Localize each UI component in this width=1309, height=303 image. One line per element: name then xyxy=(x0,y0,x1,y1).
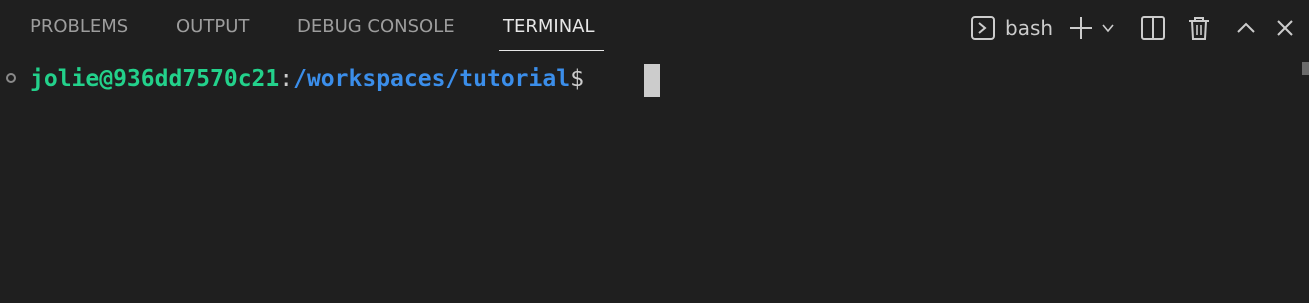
scrollbar-thumb[interactable] xyxy=(1302,62,1309,75)
panel-tab-bar: PROBLEMS OUTPUT DEBUG CONSOLE TERMINAL b… xyxy=(0,0,1309,56)
trash-icon[interactable] xyxy=(1185,12,1213,44)
shell-prompt: jolie@936dd7570c21:/workspaces/tutorial$ xyxy=(30,66,584,92)
chevron-up-icon[interactable] xyxy=(1232,12,1260,44)
terminal-scrollbar[interactable] xyxy=(1300,62,1309,303)
prompt-user-host: jolie@936dd7570c21 xyxy=(30,66,280,92)
terminal-icon[interactable] xyxy=(969,12,997,44)
plus-icon[interactable] xyxy=(1067,12,1095,44)
shell-name[interactable]: bash xyxy=(1005,16,1053,40)
terminal-cursor xyxy=(644,64,660,97)
prompt-path: /workspaces/tutorial xyxy=(293,66,571,92)
prompt-symbol: $ xyxy=(570,66,584,92)
command-decoration-icon[interactable] xyxy=(6,73,16,83)
chevron-down-icon[interactable] xyxy=(1097,12,1119,44)
prompt-separator: : xyxy=(279,66,294,92)
tab-output[interactable]: OUTPUT xyxy=(176,16,249,37)
tab-problems[interactable]: PROBLEMS xyxy=(30,16,128,37)
terminal-panel: PROBLEMS OUTPUT DEBUG CONSOLE TERMINAL b… xyxy=(0,0,1309,303)
active-tab-indicator xyxy=(499,50,604,51)
tab-debug-console[interactable]: DEBUG CONSOLE xyxy=(297,16,455,37)
close-icon[interactable] xyxy=(1271,12,1299,44)
split-icon[interactable] xyxy=(1139,12,1167,44)
terminal-output[interactable]: jolie@936dd7570c21:/workspaces/tutorial$ xyxy=(0,62,1300,303)
tab-terminal[interactable]: TERMINAL xyxy=(503,16,595,37)
